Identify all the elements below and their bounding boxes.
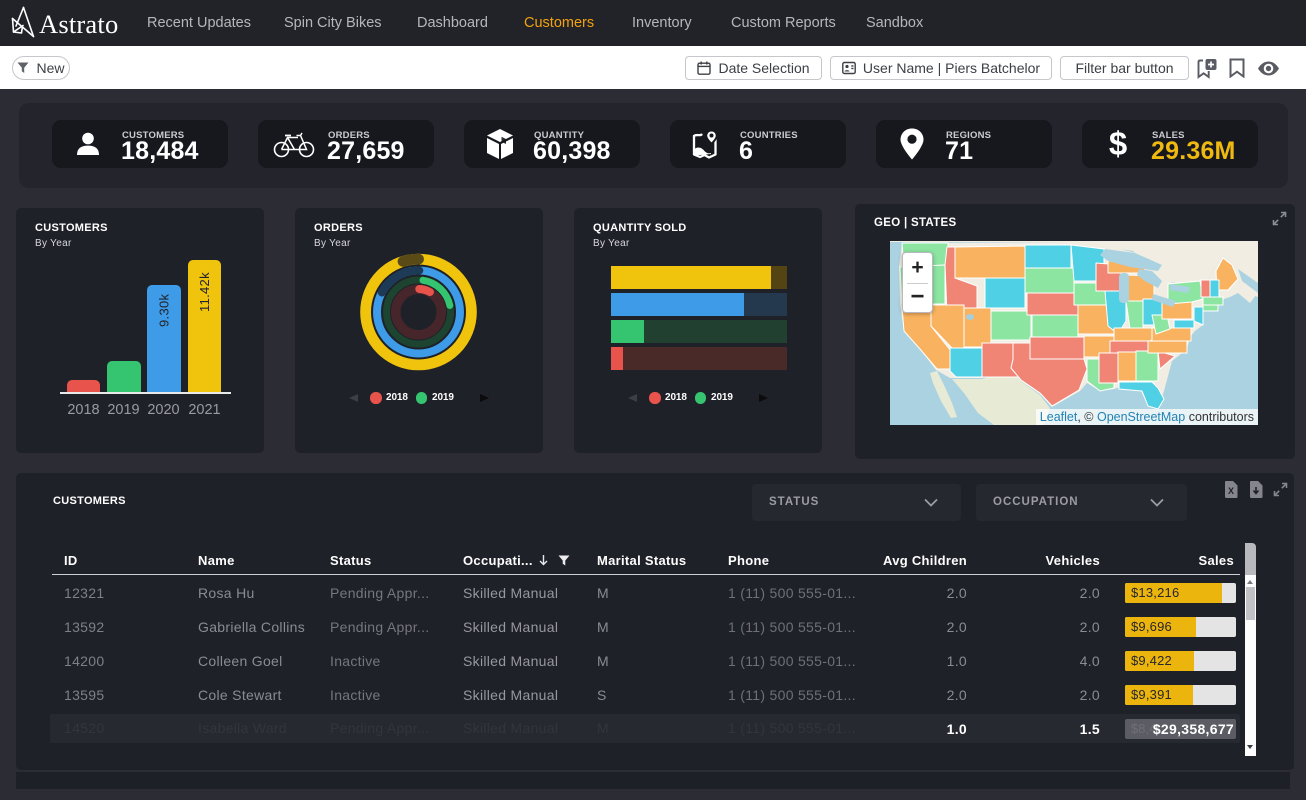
svg-text:X: X	[1228, 486, 1234, 496]
svg-text:11.42k: 11.42k	[197, 272, 212, 312]
svg-text:9.30k: 9.30k	[157, 293, 172, 327]
